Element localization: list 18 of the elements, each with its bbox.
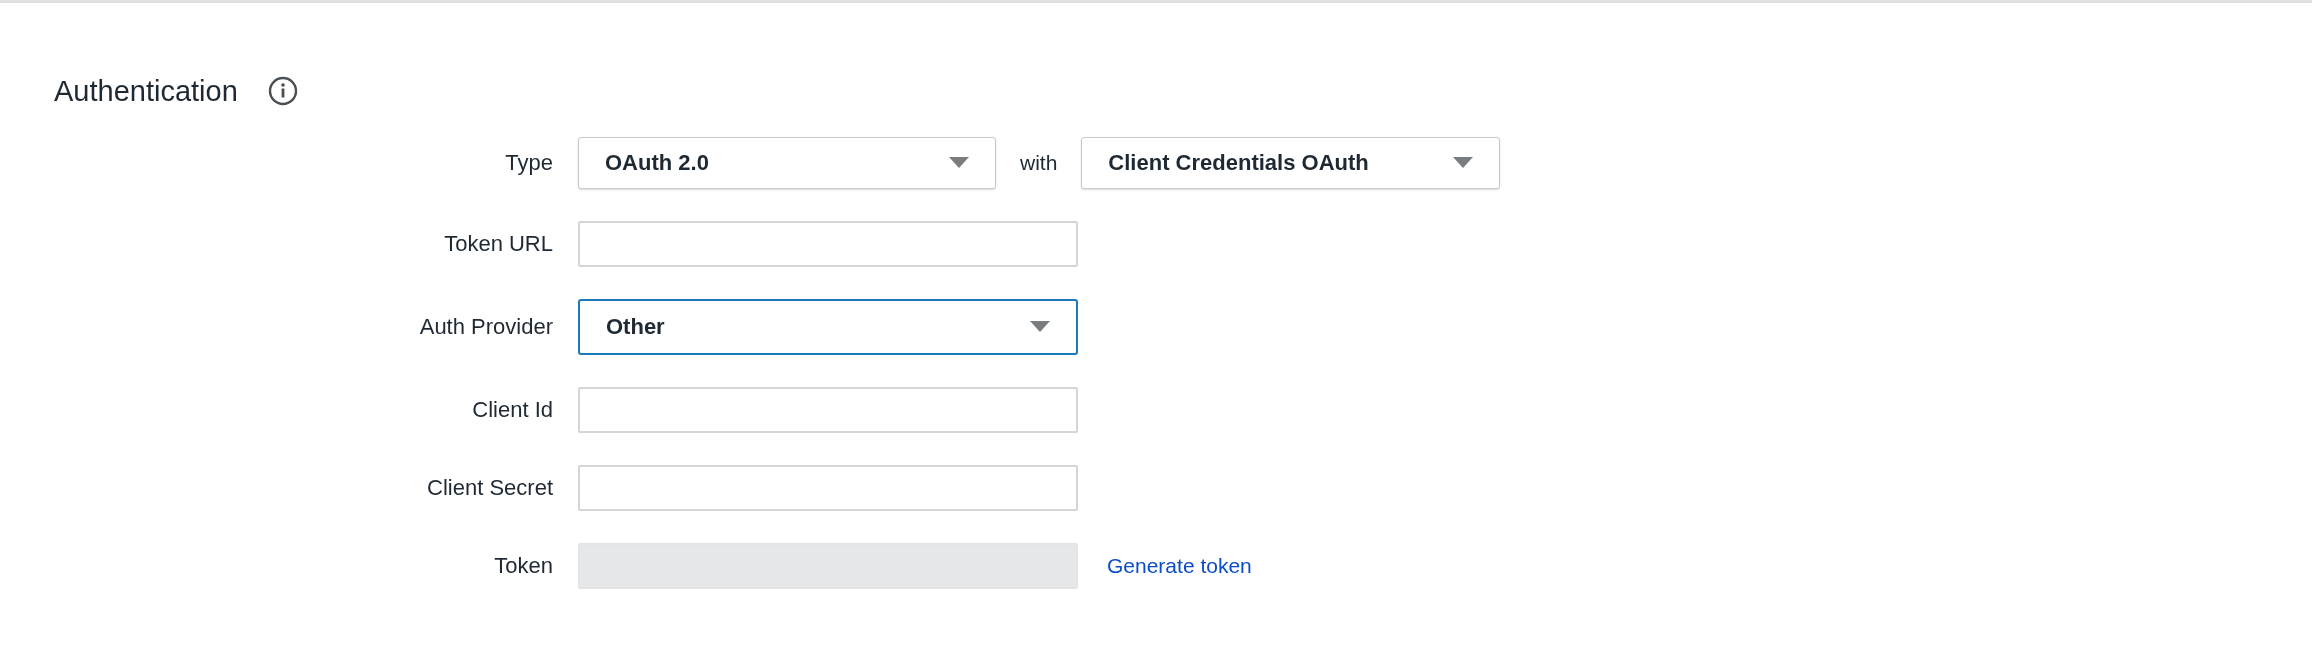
field-label: Client Id bbox=[471, 397, 553, 423]
caret-icon bbox=[949, 157, 969, 169]
info-icon[interactable] bbox=[267, 76, 298, 106]
dropdown[interactable]: Other bbox=[578, 299, 1078, 355]
section-title: Authentication bbox=[54, 74, 238, 108]
caret-icon bbox=[1030, 321, 1050, 333]
input-field[interactable] bbox=[578, 465, 1078, 511]
field-label: Token bbox=[493, 553, 553, 579]
dropdown[interactable]: OAuth 2.0 bbox=[578, 137, 996, 189]
caret-icon bbox=[1453, 157, 1474, 169]
field-label: Token URL bbox=[443, 231, 553, 257]
field-label: Client Secret bbox=[426, 475, 553, 501]
joiner-text: with bbox=[1020, 151, 1058, 175]
dropdown[interactable]: Client Credentials OAuth bbox=[1081, 137, 1501, 189]
input-field[interactable] bbox=[578, 387, 1078, 433]
field-label: Auth Provider bbox=[418, 314, 553, 340]
input-field[interactable] bbox=[578, 221, 1078, 267]
field-label: Type bbox=[504, 150, 553, 176]
